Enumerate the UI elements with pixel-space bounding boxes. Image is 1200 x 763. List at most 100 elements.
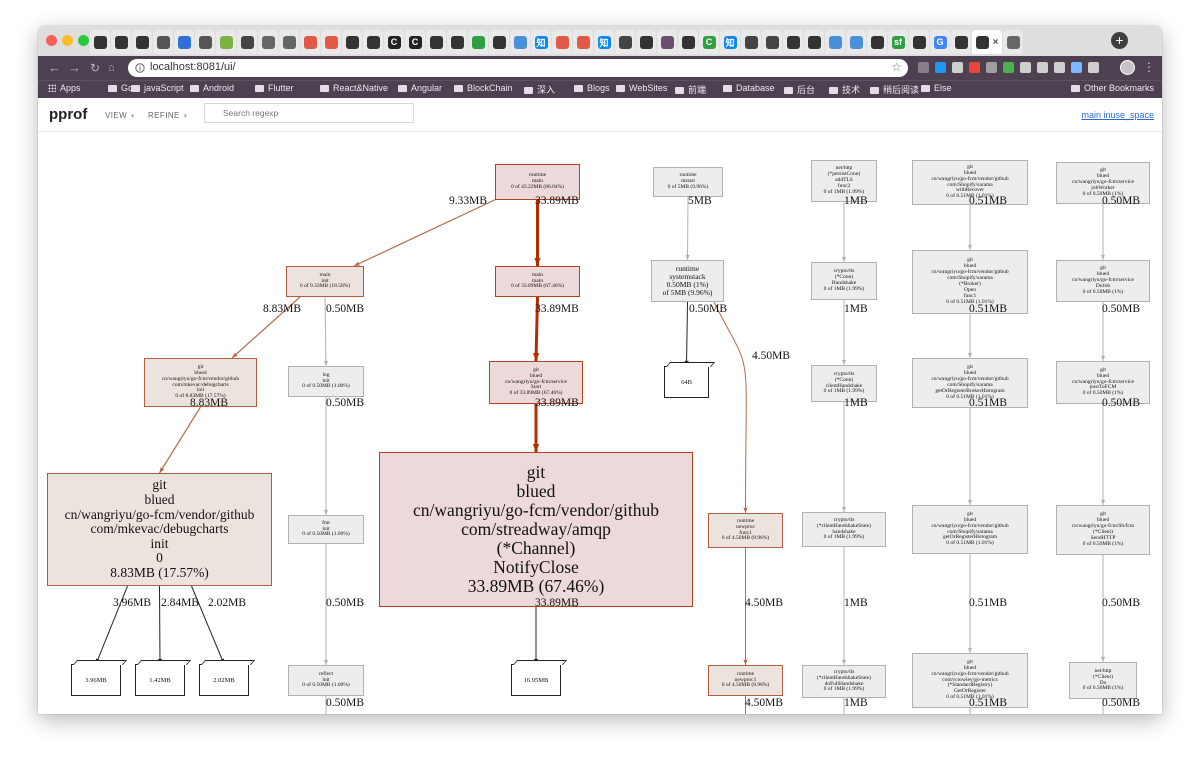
extension-icon[interactable] xyxy=(1003,62,1014,73)
browser-tab[interactable] xyxy=(909,30,929,54)
refine-menu[interactable]: REFINE ▼ xyxy=(148,111,189,120)
other-bookmarks[interactable]: Other Bookmarks xyxy=(1071,83,1154,93)
browser-tab[interactable] xyxy=(783,30,803,54)
browser-tab[interactable] xyxy=(468,30,488,54)
browser-tab[interactable]: C xyxy=(405,30,425,54)
graph-edge[interactable] xyxy=(713,301,747,514)
browser-tab[interactable] xyxy=(174,30,194,54)
allocation-leaf-box[interactable]: 3.96MB xyxy=(71,660,128,696)
browser-tab[interactable]: C xyxy=(384,30,404,54)
browser-tab[interactable]: sf xyxy=(888,30,908,54)
allocation-leaf-box[interactable]: 16.95MB xyxy=(511,660,568,696)
browser-tab[interactable]: 知 xyxy=(720,30,740,54)
profile-avatar[interactable] xyxy=(1120,60,1135,75)
bookmark-item[interactable]: Database xyxy=(723,83,775,93)
extension-icon[interactable] xyxy=(1054,62,1065,73)
graph-node[interactable]: runtime systemstack 0.50MB (1%) of 5MB (9.9… xyxy=(651,260,724,302)
extension-icon[interactable] xyxy=(1020,62,1031,73)
browser-tab[interactable] xyxy=(153,30,173,54)
extension-icon[interactable] xyxy=(935,62,946,73)
browser-tab[interactable] xyxy=(573,30,593,54)
browser-tab[interactable] xyxy=(90,30,110,54)
browser-tab[interactable] xyxy=(216,30,236,54)
browser-tab[interactable] xyxy=(111,30,131,54)
forward-arrow-icon[interactable]: → xyxy=(68,60,81,76)
extension-icon[interactable] xyxy=(952,62,963,73)
reload-icon[interactable]: ↻ xyxy=(90,60,100,76)
close-tab-icon[interactable]: × xyxy=(993,37,999,48)
browser-tab[interactable] xyxy=(489,30,509,54)
graph-node[interactable]: runtime newproc1 0 of 4.50MB (8.96%) xyxy=(708,665,783,696)
address-text[interactable]: localhost:8081/ui/ xyxy=(150,61,236,73)
allocation-leaf-box[interactable]: 64B xyxy=(664,362,716,398)
extension-icon[interactable] xyxy=(986,62,997,73)
extension-icon[interactable] xyxy=(918,62,929,73)
graph-node[interactable]: crypto/tls (*clientHandshakeState) doFullH… xyxy=(802,665,886,698)
graph-edge[interactable] xyxy=(686,301,688,367)
bookmark-item[interactable]: 稍后阅读 xyxy=(870,83,919,96)
browser-tab[interactable] xyxy=(363,30,383,54)
minimize-window-button[interactable] xyxy=(62,35,73,46)
browser-tab[interactable]: 知 xyxy=(594,30,614,54)
graph-node[interactable]: git blued cn/wangriyu/go-fcm/lib/fcm (*Clie… xyxy=(1056,505,1150,555)
graph-node[interactable]: git blued cn/wangriyu/go-fcm/vendor/github… xyxy=(47,473,272,586)
bookmark-item[interactable]: Go xyxy=(108,83,133,93)
browser-tab[interactable] xyxy=(867,30,887,54)
graph-node[interactable]: fmt init 0 of 0.50MB (1.00%) xyxy=(288,515,364,544)
graph-node[interactable]: crypto/tls (*Conn) Handshake 0 of 1MB (1.99… xyxy=(811,262,877,300)
browser-tab[interactable]: G xyxy=(930,30,950,54)
browser-tab[interactable]: × xyxy=(972,30,1002,54)
graph-node[interactable]: git blued cn/wangriyu/go-fcm/vendor/github… xyxy=(379,452,693,607)
browser-tab[interactable] xyxy=(279,30,299,54)
graph-node[interactable]: git blued cn/wangriyu/go-fcm/vendor/github… xyxy=(912,505,1028,554)
browser-tab[interactable] xyxy=(846,30,866,54)
browser-tab[interactable] xyxy=(657,30,677,54)
extension-icon[interactable] xyxy=(1088,62,1099,73)
browser-tab[interactable] xyxy=(132,30,152,54)
more-menu-icon[interactable]: ⋮ xyxy=(1143,60,1155,75)
browser-tab[interactable]: C xyxy=(699,30,719,54)
browser-tab[interactable] xyxy=(342,30,362,54)
browser-tab[interactable] xyxy=(321,30,341,54)
graph-node[interactable]: runtime mstart 0 of 5MB (9.96%) xyxy=(653,167,723,197)
search-regexp-input[interactable] xyxy=(204,103,414,123)
extension-icon[interactable] xyxy=(1071,62,1082,73)
view-menu[interactable]: VIEW ▼ xyxy=(105,111,136,120)
browser-tab[interactable] xyxy=(636,30,656,54)
extension-icon[interactable] xyxy=(1037,62,1048,73)
graph-node[interactable]: main init 0 of 9.33MB (18.58%) xyxy=(286,266,364,297)
browser-tab[interactable] xyxy=(1003,30,1023,54)
call-graph[interactable]: runtime main 0 of 43.22MB (86.04%) main init… xyxy=(38,132,1162,714)
browser-tab[interactable] xyxy=(741,30,761,54)
graph-node[interactable]: reflect init 0 of 0.50MB (1.00%) xyxy=(288,665,364,696)
graph-node[interactable]: git blued cn/wangriyu/go-fcm/service DoJob 0… xyxy=(1056,260,1150,302)
zoom-window-button[interactable] xyxy=(78,35,89,46)
graph-node[interactable]: crypto/tls (*clientHandshakeState) handsha… xyxy=(802,512,886,547)
bookmark-item[interactable]: Flutter xyxy=(255,83,294,93)
allocation-leaf-box[interactable]: 1.42MB xyxy=(135,660,192,696)
browser-tab[interactable]: 知 xyxy=(531,30,551,54)
bookmark-item[interactable]: Blogs xyxy=(574,83,610,93)
browser-tab[interactable] xyxy=(615,30,635,54)
address-bar[interactable]: localhost:8081/ui/ ☆ xyxy=(128,59,908,77)
bookmark-item[interactable]: Angular xyxy=(398,83,442,93)
browser-tab[interactable] xyxy=(552,30,572,54)
browser-tab[interactable] xyxy=(237,30,257,54)
bookmark-item[interactable]: Else xyxy=(921,83,952,93)
browser-tab[interactable] xyxy=(678,30,698,54)
graph-edge[interactable] xyxy=(158,406,202,474)
bookmark-item[interactable]: 深入 xyxy=(524,83,555,96)
browser-tab[interactable] xyxy=(804,30,824,54)
allocation-leaf-box[interactable]: 2.02MB xyxy=(199,660,256,696)
graph-edge[interactable] xyxy=(159,585,161,665)
home-icon[interactable]: ⌂ xyxy=(108,60,115,76)
graph-node[interactable]: log init 0 of 0.50MB (1.00%) xyxy=(288,366,364,397)
new-tab-button[interactable]: + xyxy=(1111,32,1128,49)
bookmark-item[interactable]: React&Native xyxy=(320,83,388,93)
sample-type-link[interactable]: main inuse_space xyxy=(1081,110,1154,120)
bookmark-item[interactable]: Apps xyxy=(48,83,81,93)
bookmark-item[interactable]: 后台 xyxy=(784,83,815,96)
browser-tab[interactable] xyxy=(825,30,845,54)
close-window-button[interactable] xyxy=(46,35,57,46)
extension-icon[interactable] xyxy=(969,62,980,73)
